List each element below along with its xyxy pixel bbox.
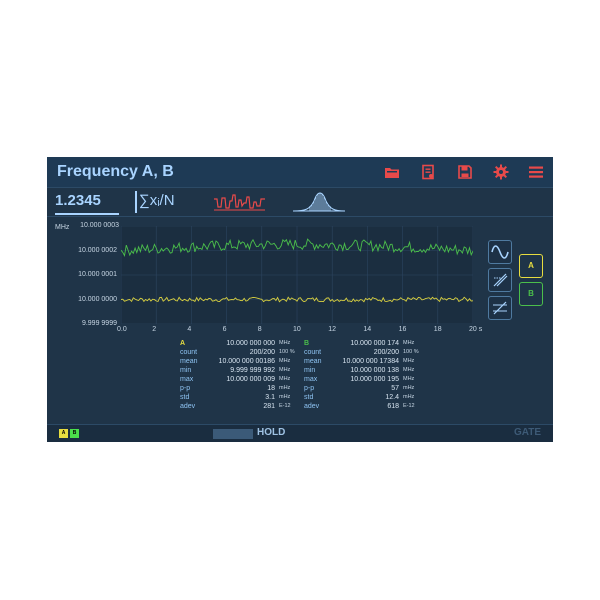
tab-statistics-mode[interactable]: ∑xᵢ/N: [135, 191, 191, 213]
y-tick-label: 10.000 0000: [78, 295, 117, 303]
stat-value: 57: [391, 385, 399, 392]
y-tick-label: 10.000 0003: [80, 222, 119, 229]
stat-value: 10.000 000 009: [226, 376, 275, 383]
stat-value: 10.000 000 00186: [218, 358, 275, 365]
stat-value: 200/200: [373, 349, 399, 356]
stat-unit: mHz: [403, 385, 415, 391]
time-series-icon: [214, 194, 265, 211]
channel-b-stats: B 10.000 000 174 MHz count 200/200 100 % mean 1…: [304, 339, 424, 419]
histogram-icon: [292, 192, 346, 212]
mode-tabs: 1.2345 ∑xᵢ/N: [47, 188, 553, 217]
x-tick-label: 6: [222, 326, 227, 333]
stat-unit: MHz: [279, 358, 291, 364]
stat-value: 200/200: [249, 349, 275, 356]
plot-area: MHz 10.000 0003 10.000 0002 10.000 0001 10.…: [47, 219, 487, 339]
tab-histogram-mode[interactable]: [292, 191, 346, 213]
auto-trigger-button[interactable]: [488, 268, 512, 292]
tab-value-mode[interactable]: 1.2345: [55, 191, 119, 215]
stat-value: 18: [267, 385, 275, 392]
channel-b-button[interactable]: B: [519, 282, 543, 306]
stat-unit: MHz: [403, 358, 415, 364]
stat-unit: MHz: [403, 376, 415, 382]
sine-wave-icon: [491, 245, 509, 259]
value-unit: MHz: [279, 340, 291, 346]
value-unit: MHz: [403, 340, 415, 346]
x-tick-label: 20 s: [469, 326, 483, 333]
x-tick-label: 18: [433, 326, 442, 333]
stat-unit: E-12: [403, 403, 415, 409]
channel-a-stats: A 10.000 000 000 MHz count 200/200 100 % mean 1…: [180, 339, 300, 419]
app-window: Frequency A, B 1.2345 ∑xᵢ/N MHz 10.000 0…: [47, 157, 553, 442]
manual-trigger-icon: [493, 301, 507, 315]
y-tick-label: 10.000 0002: [78, 246, 117, 254]
stat-unit: mHz: [403, 394, 415, 400]
stat-unit: 100 %: [403, 349, 419, 355]
x-tick-label: 10: [293, 326, 301, 333]
hamburger-menu-icon[interactable]: [528, 164, 544, 180]
frequency-plot: [121, 226, 473, 324]
x-tick-label: 16: [398, 326, 407, 333]
hold-progress-bar: [213, 429, 253, 439]
x-tick-label: 14: [363, 326, 372, 333]
gate-indicator: GATE: [513, 427, 541, 438]
stat-unit: E-12: [279, 403, 291, 409]
current-value: 10.000 000 000: [226, 340, 275, 347]
title-bar: Frequency A, B: [47, 157, 553, 188]
stat-value: 10.000 000 17384: [342, 358, 399, 365]
stat-unit: 100 %: [279, 349, 295, 355]
x-tick-label: 0.0: [117, 326, 127, 333]
stat-unit: MHz: [279, 367, 291, 373]
x-tick-label: 2: [152, 326, 157, 333]
status-bar: A B HOLD GATE: [47, 424, 553, 442]
channel-a-indicator: A: [59, 429, 68, 438]
tab-time-series-mode[interactable]: [213, 191, 267, 213]
stat-value: 10.000 000 138: [350, 367, 399, 374]
document-settings-icon[interactable]: [420, 164, 436, 180]
stat-unit: mHz: [279, 394, 291, 400]
channel-a-button[interactable]: A: [519, 254, 543, 278]
hold-button[interactable]: HOLD: [257, 427, 285, 438]
x-tick-label: 4: [187, 326, 192, 333]
x-tick-label: 8: [257, 326, 262, 333]
manual-trigger-button[interactable]: [488, 296, 512, 320]
page-title: Frequency A, B: [57, 163, 174, 180]
stat-value: 12.4: [385, 394, 399, 401]
folder-icon[interactable]: [384, 164, 400, 180]
x-tick-label: 12: [328, 326, 336, 333]
save-icon[interactable]: [457, 164, 473, 180]
stat-value: 618: [387, 403, 399, 410]
stat-value: 3.1: [265, 394, 275, 401]
y-tick-label: 10.000 0001: [78, 271, 117, 278]
y-tick-label: 9.999 9999: [81, 320, 117, 327]
channel-b-indicator: B: [70, 429, 79, 438]
stat-unit: mHz: [279, 385, 291, 391]
stat-unit: MHz: [403, 367, 415, 373]
gear-icon[interactable]: [493, 164, 509, 180]
stat-value: 281: [263, 403, 275, 410]
sine-wave-button[interactable]: [488, 240, 512, 264]
stat-unit: MHz: [279, 376, 291, 382]
auto-trigger-icon: [493, 273, 508, 287]
current-value: 10.000 000 174: [350, 340, 399, 347]
stat-value: 10.000 000 195: [350, 376, 399, 383]
stat-value: 9.999 999 992: [230, 367, 275, 374]
